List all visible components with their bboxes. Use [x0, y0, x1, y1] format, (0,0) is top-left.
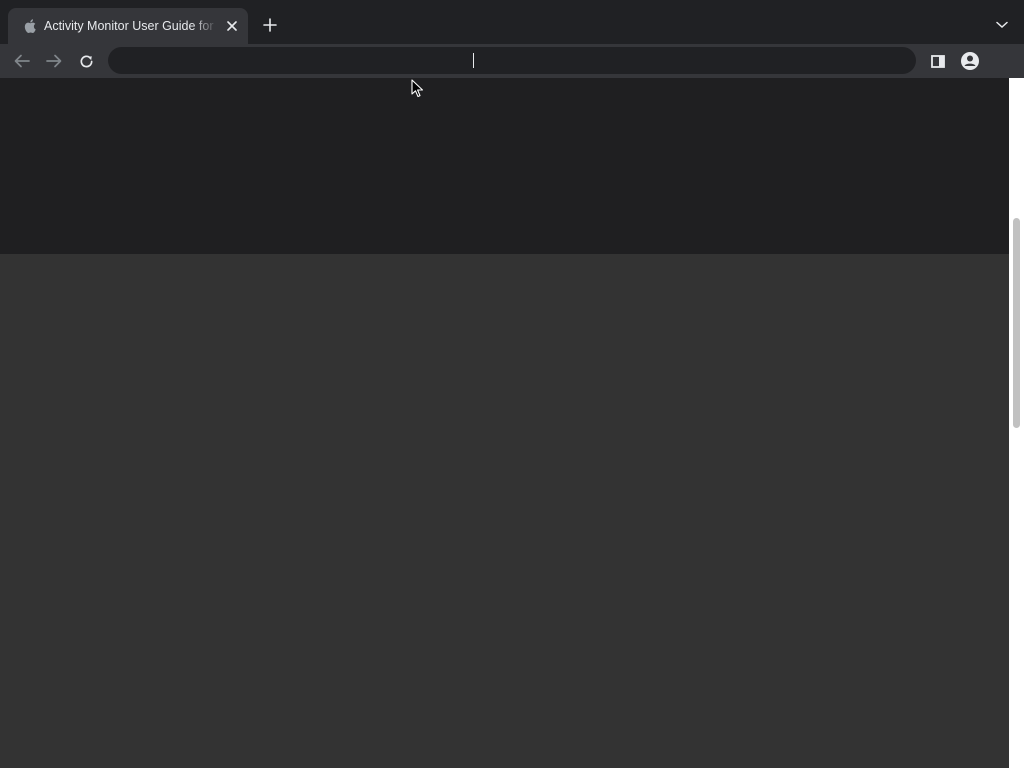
page-viewport[interactable]: [0, 78, 1024, 768]
tab-activity-monitor-guide[interactable]: Activity Monitor User Guide for Mac - Ap…: [8, 8, 248, 44]
page-body-area: [0, 254, 1009, 768]
profile-icon[interactable]: [957, 48, 983, 74]
forward-arrow-icon[interactable]: [41, 48, 67, 74]
browser-toolbar: [0, 44, 1024, 78]
address-input[interactable]: [108, 47, 916, 74]
reload-icon[interactable]: [73, 48, 99, 74]
tab-title: Activity Monitor User Guide for Mac - Ap…: [44, 19, 218, 33]
page-header-area: [0, 78, 1009, 254]
close-tab-icon[interactable]: [222, 16, 242, 36]
browser-window: Activity Monitor User Guide for Mac - Ap…: [0, 0, 1024, 768]
new-tab-plus-icon[interactable]: [258, 13, 282, 37]
back-arrow-icon[interactable]: [9, 48, 35, 74]
tab-strip: Activity Monitor User Guide for Mac - Ap…: [0, 0, 1024, 44]
vertical-scrollbar[interactable]: [1009, 78, 1024, 768]
address-bar[interactable]: [108, 47, 916, 74]
apple-logo-icon: [22, 18, 38, 34]
scrollbar-thumb[interactable]: [1013, 218, 1020, 428]
text-caret: [473, 53, 474, 68]
tab-search-chevron-down-icon[interactable]: [990, 13, 1014, 37]
side-panel-icon[interactable]: [925, 48, 951, 74]
